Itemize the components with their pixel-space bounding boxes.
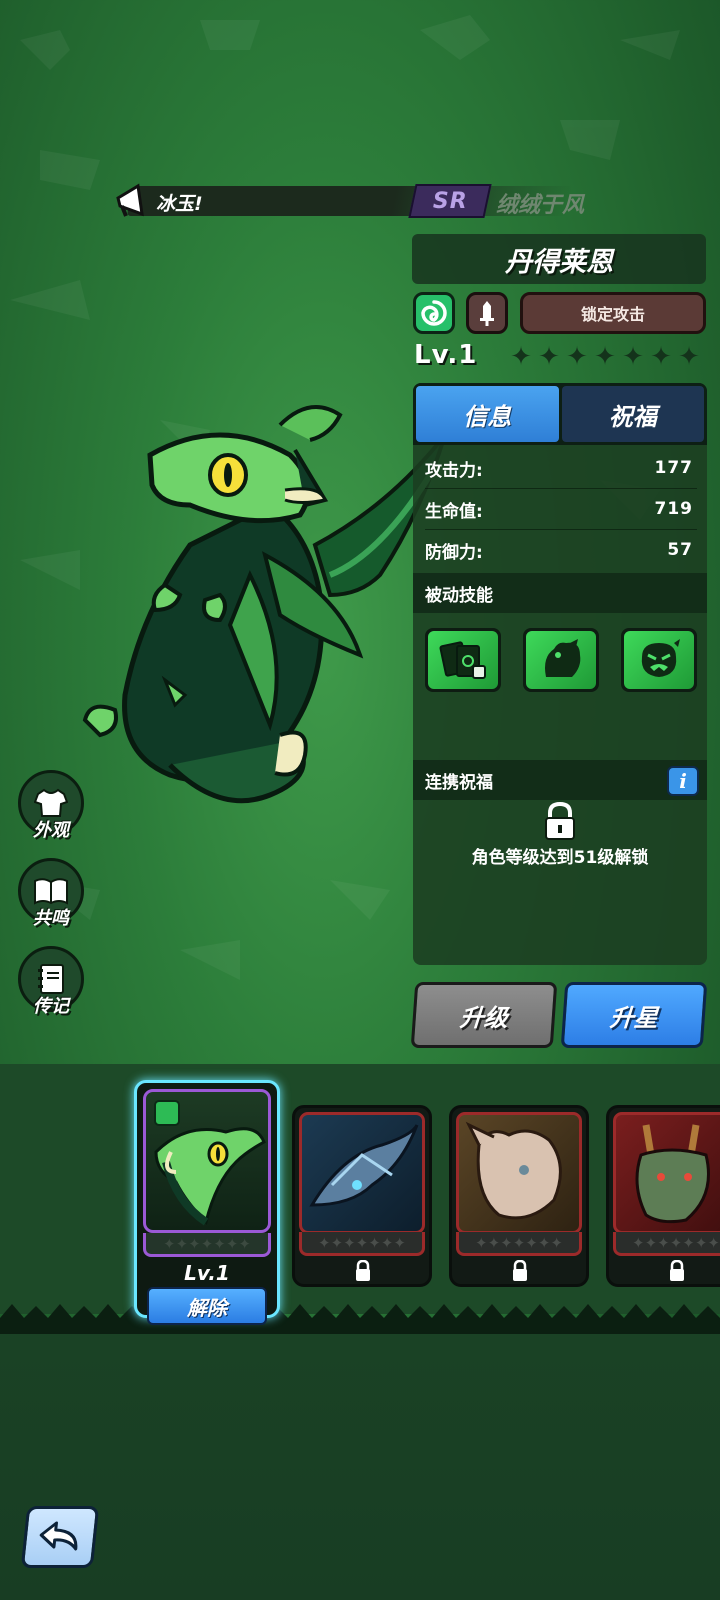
bond-blessing-label: 连携祝福 [425, 772, 493, 793]
star-empty-icon: ✦ [538, 342, 560, 372]
back-arrow-icon [39, 1521, 78, 1551]
biography-button[interactable]: 传记 [18, 946, 84, 1026]
card-star-strip: ✦✦✦✦✦✦✦ [143, 1233, 271, 1257]
antler-dragon-portrait-icon [635, 1124, 710, 1224]
info-tabs: 信息 祝福 [413, 383, 707, 445]
book-icon [34, 878, 68, 905]
cards-dice-icon [439, 641, 486, 679]
stat-row-defense: 防御力: 57 [413, 530, 707, 570]
megaphone-icon [116, 183, 144, 217]
lock-attack-button[interactable]: 锁定攻击 [520, 292, 706, 334]
spike-divider [0, 1304, 720, 1336]
hero-card-portrait [456, 1112, 582, 1234]
stat-value: 719 [654, 499, 693, 519]
weapon-type-button[interactable] [466, 292, 508, 334]
ice-dragon-portrait-icon [309, 1124, 419, 1207]
star-empty-icon: ✦ [566, 342, 588, 372]
hero-name-box: 丹得莱恩 [412, 234, 706, 284]
resonance-label: 共鸣 [33, 908, 69, 929]
stat-value: 177 [654, 458, 693, 478]
hero-card-locked[interactable]: ✦✦✦✦✦✦✦ [449, 1105, 589, 1287]
banner-hero-name: 绒绒于风 [496, 193, 585, 218]
hero-card-portrait [299, 1112, 425, 1234]
hero-card-portrait [143, 1089, 271, 1233]
star-empty-icon: ✦ [678, 342, 700, 372]
announcement-banner[interactable]: 冰玉! SR 绒绒于风 [112, 182, 617, 220]
passive-skill-list [425, 628, 697, 692]
passive-skill-3[interactable] [621, 628, 697, 692]
stat-value: 57 [667, 540, 693, 560]
star-empty-icon: ✦ [650, 342, 672, 372]
hero-card-portrait [613, 1112, 720, 1234]
star-empty-icon: ✦ [622, 342, 644, 372]
hero-level: Lv.1 [414, 340, 478, 370]
team-tag-icon [154, 1100, 180, 1126]
hero-name: 丹得莱恩 [505, 246, 613, 278]
lock-icon [356, 1260, 370, 1281]
stat-row-hp: 生命值: 719 [413, 489, 707, 529]
notebook-icon [38, 964, 64, 994]
star-up-button[interactable]: 升星 [560, 982, 708, 1048]
stat-label: 生命值: [425, 501, 483, 522]
hero-card-locked[interactable]: ✦✦✦✦✦✦✦ [606, 1105, 720, 1287]
beast-portrait-icon [465, 1121, 562, 1220]
card-star-strip: ✦✦✦✦✦✦✦ [456, 1232, 582, 1256]
star-rating: ✦ ✦ ✦ ✦ ✦ ✦ ✦ [508, 344, 702, 370]
biography-label: 传记 [33, 996, 69, 1017]
lock-icon [670, 1260, 684, 1281]
lock-icon [513, 1260, 527, 1281]
lock-icon [545, 801, 575, 840]
rarity-badge: SR [408, 184, 492, 218]
back-button[interactable] [20, 1506, 100, 1568]
stat-row-attack: 攻击力: 177 [413, 448, 707, 488]
hero-character-art [82, 405, 447, 804]
passive-skill-1[interactable] [425, 628, 501, 692]
appearance-button[interactable]: 外观 [18, 770, 84, 850]
upgrade-button[interactable]: 升级 [410, 982, 558, 1048]
stat-label: 攻击力: [425, 460, 483, 481]
appearance-label: 外观 [33, 820, 69, 841]
card-star-strip: ✦✦✦✦✦✦✦ [613, 1232, 720, 1256]
banner-message: 冰玉! [156, 193, 203, 215]
bond-lock-message: 角色等级达到51级解锁 [471, 848, 649, 868]
bond-blessing-header: 连携祝福 i [413, 760, 707, 800]
tab-info[interactable]: 信息 [416, 386, 559, 442]
star-empty-icon: ✦ [510, 342, 532, 372]
card-level: Lv.1 [184, 1261, 230, 1285]
passive-skill-2[interactable] [523, 628, 599, 692]
hero-card-selected[interactable]: ✦✦✦✦✦✦✦ Lv.1 解除 [134, 1080, 280, 1325]
passive-skills-header: 被动技能 [413, 573, 707, 613]
hero-card-locked[interactable]: ✦✦✦✦✦✦✦ [292, 1105, 432, 1287]
angry-face-icon [641, 639, 680, 677]
monster-silhouette-icon [545, 639, 581, 677]
shirt-icon [34, 788, 68, 817]
tab-blessing[interactable]: 祝福 [561, 386, 704, 442]
wind-swirl-icon [421, 300, 447, 326]
sword-icon [480, 301, 494, 326]
hero-info-panel: 信息 祝福 攻击力: 177 生命值: 719 防御力: 57 被动技能 连携祝… [413, 383, 707, 965]
unequip-button[interactable]: 解除 [147, 1287, 267, 1325]
star-empty-icon: ✦ [594, 342, 616, 372]
resonance-button[interactable]: 共鸣 [18, 858, 84, 938]
card-star-strip: ✦✦✦✦✦✦✦ [299, 1232, 425, 1256]
element-wind-button[interactable] [413, 292, 455, 334]
info-button[interactable]: i [667, 766, 699, 796]
lower-area [0, 1334, 720, 1600]
stat-label: 防御力: [425, 542, 483, 563]
